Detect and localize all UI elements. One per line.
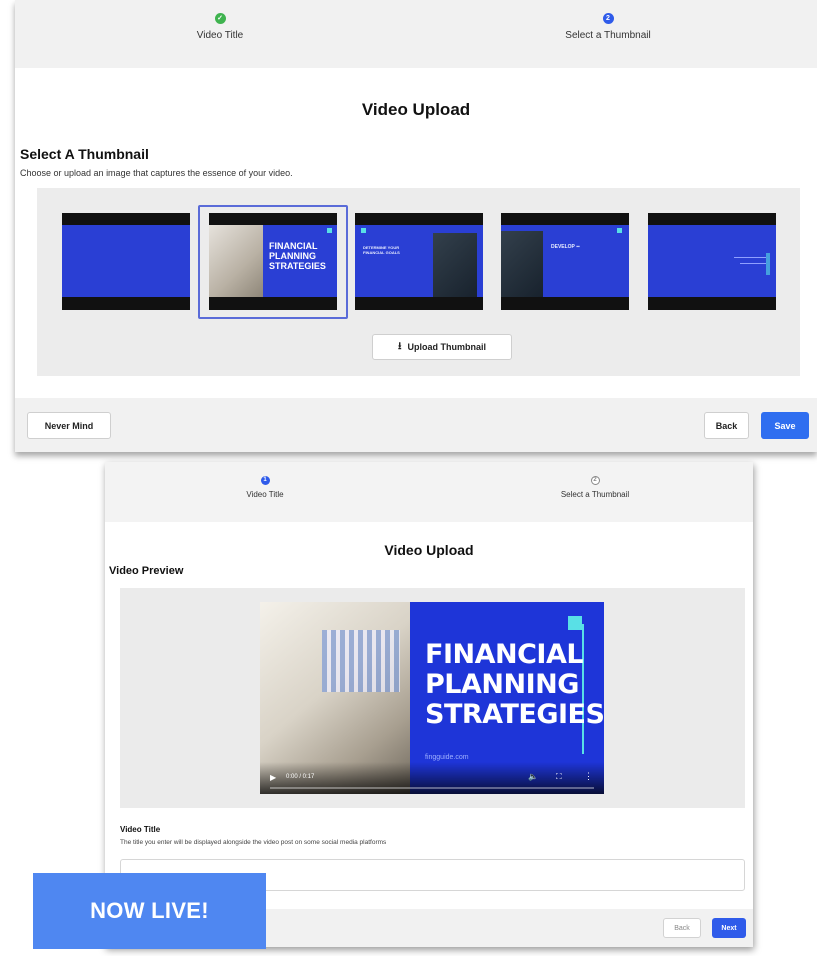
step-label: Video Title bbox=[246, 490, 284, 499]
next-button[interactable]: Next bbox=[712, 918, 746, 938]
step-label: Select a Thumbnail bbox=[560, 490, 630, 499]
volume-icon[interactable]: 🔈 bbox=[528, 772, 538, 781]
fullscreen-icon[interactable]: ⛶ bbox=[556, 772, 562, 782]
thumbnail-option-determine-financial-goals[interactable]: DETERMINE YOUR FINANCIAL GOALS bbox=[355, 213, 483, 310]
stepper: ✓ Video Title 2 Select a Thumbnail bbox=[15, 0, 817, 68]
thumbnail-option-financial-planning-strategies[interactable]: FINANCIAL PLANNING STRATEGIES bbox=[209, 213, 337, 310]
thumbnail-step-panel: ✓ Video Title 2 Select a Thumbnail Video… bbox=[15, 0, 817, 452]
now-live-badge: NOW LIVE! bbox=[33, 873, 266, 949]
step-number-icon: 2 bbox=[590, 476, 600, 485]
step-number-icon: 2 bbox=[602, 13, 614, 24]
upload-icon: ⭳ bbox=[398, 340, 402, 352]
thumbnail-option-plain-blue-frame[interactable] bbox=[62, 213, 190, 310]
step-video-title[interactable]: 1 Video Title bbox=[225, 476, 305, 499]
step-select-thumbnail[interactable]: 2 Select a Thumbnail bbox=[530, 476, 660, 499]
upload-thumbnail-label: Upload Thumbnail bbox=[407, 342, 487, 352]
video-player[interactable]: FINANCIAL PLANNING STRATEGIES fingguide.… bbox=[260, 602, 604, 794]
section-description: Choose or upload an image that captures … bbox=[20, 168, 293, 178]
step-select-thumbnail[interactable]: 2 Select a Thumbnail bbox=[543, 13, 673, 41]
video-site-text: fingguide.com bbox=[425, 754, 469, 761]
section-title: Video Preview bbox=[109, 565, 184, 577]
video-headline-line: PLANNING bbox=[425, 669, 579, 700]
page-title: Video Upload bbox=[361, 100, 471, 119]
page-title: Video Upload bbox=[384, 542, 474, 558]
step-video-title[interactable]: ✓ Video Title bbox=[165, 13, 275, 41]
video-title-help-text: The title you enter will be displayed al… bbox=[120, 839, 387, 846]
section-title: Select A Thumbnail bbox=[20, 146, 149, 162]
back-button[interactable]: Back bbox=[704, 412, 749, 439]
never-mind-button[interactable]: Never Mind bbox=[27, 412, 111, 439]
video-headline: FINANCIAL PLANNING STRATEGIES bbox=[425, 640, 604, 730]
more-options-icon[interactable]: ⋮ bbox=[584, 771, 593, 782]
thumbnail-option-develop-plan[interactable]: DEVELOP ▪▪ bbox=[501, 213, 629, 310]
panel-footer: Never Mind Back Save bbox=[15, 398, 817, 452]
video-controls: ▶ 0:00 / 0:17 🔈 ⛶ ⋮ bbox=[260, 762, 604, 794]
check-icon: ✓ bbox=[214, 13, 226, 24]
back-button[interactable]: Back bbox=[663, 918, 701, 938]
video-progress-bar[interactable] bbox=[270, 787, 594, 789]
step-label: Select a Thumbnail bbox=[565, 30, 651, 41]
video-headline-line: FINANCIAL bbox=[425, 639, 584, 670]
save-button[interactable]: Save bbox=[761, 412, 809, 439]
upload-thumbnail-button[interactable]: ⭳ Upload Thumbnail bbox=[372, 334, 512, 360]
video-time: 0:00 / 0:17 bbox=[286, 774, 315, 780]
play-icon[interactable]: ▶ bbox=[270, 773, 276, 782]
stepper: 1 Video Title 2 Select a Thumbnail bbox=[105, 462, 753, 522]
video-preview-area: FINANCIAL PLANNING STRATEGIES fingguide.… bbox=[120, 588, 745, 808]
video-accent bbox=[568, 616, 582, 630]
thumbnail-option-blue-frame-end[interactable] bbox=[648, 213, 776, 310]
thumbnail-gallery: FINANCIAL PLANNING STRATEGIES DETERMINE YO… bbox=[37, 188, 800, 376]
video-chart-graphic bbox=[322, 630, 400, 692]
video-headline-line: STRATEGIES bbox=[425, 699, 604, 730]
step-label: Video Title bbox=[196, 30, 244, 41]
video-title-label: Video Title bbox=[120, 825, 161, 834]
step-number-icon: 1 bbox=[260, 476, 270, 485]
